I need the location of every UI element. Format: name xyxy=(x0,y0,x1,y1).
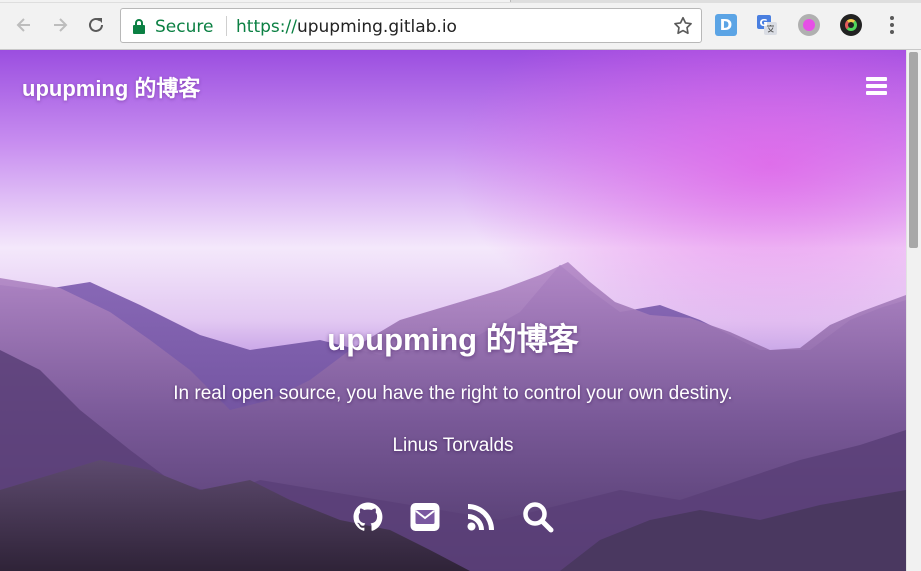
browser-menu-button[interactable] xyxy=(885,14,899,36)
color-circle-dot xyxy=(803,19,815,31)
d-letter-icon[interactable]: D xyxy=(715,14,737,36)
extension-g-label: G xyxy=(760,18,768,29)
menu-dot xyxy=(890,30,894,34)
email-icon xyxy=(410,503,440,531)
secure-label: Secure xyxy=(155,17,214,37)
site-brand-link[interactable]: upupming 的博客 xyxy=(22,71,200,103)
forward-button[interactable] xyxy=(47,12,73,38)
url-text[interactable]: https://upupming.gitlab.io xyxy=(236,17,457,37)
arrow-left-icon xyxy=(16,18,30,32)
address-bar[interactable]: Secure https://upupming.gitlab.io xyxy=(120,8,702,43)
camera-lens-icon[interactable] xyxy=(840,14,862,36)
hero-quote-author: Linus Torvalds xyxy=(392,435,514,456)
url-scheme: https:// xyxy=(236,17,297,37)
tab-strip xyxy=(0,0,921,3)
menu-dot xyxy=(890,23,894,27)
nav-menu-button[interactable] xyxy=(866,77,887,95)
rss-link[interactable] xyxy=(464,500,498,534)
hamburger-bar-icon xyxy=(866,91,887,95)
color-circle-icon[interactable] xyxy=(798,14,820,36)
back-button[interactable] xyxy=(11,12,37,38)
rss-icon xyxy=(467,504,494,531)
camera-lens-ring xyxy=(845,19,857,31)
arrow-right-icon xyxy=(54,18,68,32)
search-link[interactable] xyxy=(521,500,555,534)
scrollbar-thumb[interactable] xyxy=(909,52,918,248)
lock-icon xyxy=(133,19,145,34)
google-translate-icon[interactable]: G xyxy=(756,14,778,36)
omnibox-separator xyxy=(226,16,227,36)
github-icon xyxy=(353,502,383,531)
menu-dot xyxy=(890,16,894,20)
reload-icon xyxy=(89,17,103,32)
extension-d-label: D xyxy=(719,16,733,34)
hamburger-bar-icon xyxy=(866,84,887,88)
url-host: upupming.gitlab.io xyxy=(296,17,457,37)
bookmark-star-icon[interactable] xyxy=(672,15,694,37)
hero-title: upupming 的博客 xyxy=(327,322,579,357)
hero-background-image xyxy=(0,50,906,571)
page-viewport: upupming 的博客 upupming 的博客 In real open s… xyxy=(0,50,906,571)
search-icon xyxy=(523,502,554,533)
email-link[interactable] xyxy=(408,500,442,534)
github-link[interactable] xyxy=(351,500,385,534)
page-scrollbar[interactable] xyxy=(906,50,921,571)
reload-button[interactable] xyxy=(83,12,109,38)
hero-quote: In real open source, you have the right … xyxy=(173,383,733,404)
hamburger-bar-icon xyxy=(866,77,887,81)
browser-toolbar: Secure https://upupming.gitlab.io D G xyxy=(0,0,921,50)
